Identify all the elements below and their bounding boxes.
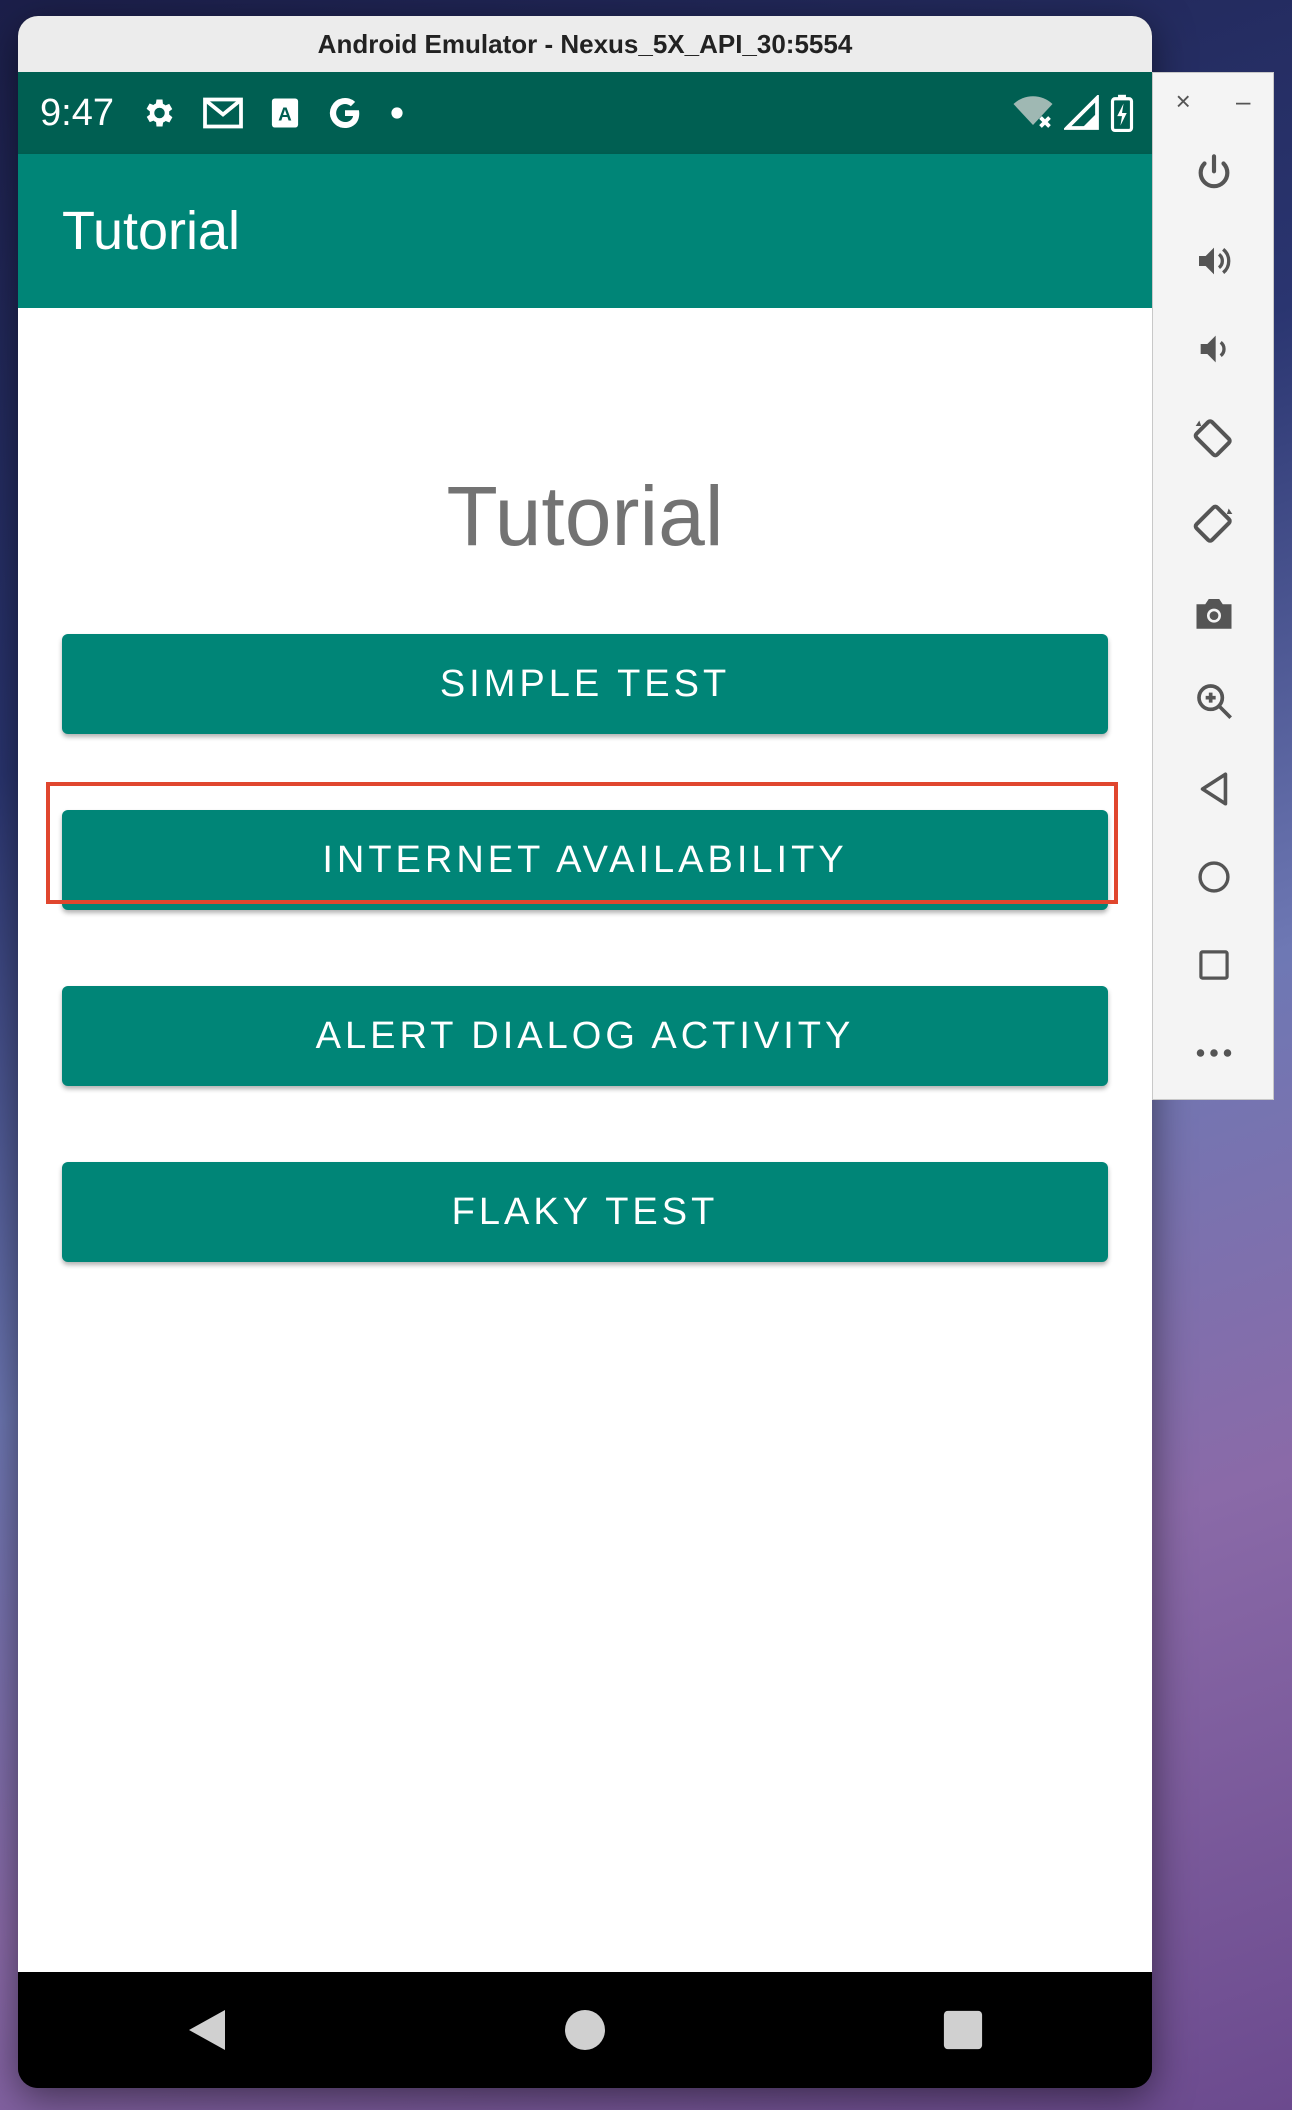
gear-icon	[140, 95, 176, 131]
toolbar-back-icon[interactable]	[1153, 745, 1275, 833]
toolbar-minimize-button[interactable]: –	[1236, 86, 1250, 117]
dot-icon	[390, 106, 404, 120]
more-icon[interactable]	[1153, 1009, 1275, 1097]
camera-icon[interactable]	[1153, 569, 1275, 657]
navigation-bar	[18, 1972, 1152, 2088]
signal-icon	[1064, 95, 1100, 131]
app-bar-title: Tutorial	[62, 201, 241, 261]
battery-charging-icon	[1110, 94, 1134, 132]
status-bar: 9:47 A	[18, 72, 1152, 154]
volume-down-icon[interactable]	[1153, 305, 1275, 393]
rotate-left-icon[interactable]	[1153, 393, 1275, 481]
main-content: Tutorial SIMPLE TEST INTERNET AVAILABILI…	[18, 308, 1152, 1972]
toolbar-close-button[interactable]: ×	[1176, 86, 1191, 117]
status-time: 9:47	[40, 91, 114, 134]
wifi-off-icon	[1012, 95, 1054, 131]
gmail-icon	[202, 95, 244, 131]
power-icon[interactable]	[1153, 129, 1275, 217]
nav-home-icon[interactable]	[545, 1990, 625, 2070]
volume-up-icon[interactable]	[1153, 217, 1275, 305]
window-title: Android Emulator - Nexus_5X_API_30:5554	[18, 16, 1152, 73]
emulator-window: Android Emulator - Nexus_5X_API_30:5554 …	[18, 16, 1152, 2088]
flaky-test-button[interactable]: FLAKY TEST	[62, 1162, 1108, 1262]
simple-test-button[interactable]: SIMPLE TEST	[62, 634, 1108, 734]
page-title: Tutorial	[446, 469, 724, 563]
zoom-icon[interactable]	[1153, 657, 1275, 745]
internet-availability-button[interactable]: INTERNET AVAILABILITY	[62, 810, 1108, 910]
svg-text:A: A	[278, 104, 292, 125]
alert-dialog-activity-button[interactable]: ALERT DIALOG ACTIVITY	[62, 986, 1108, 1086]
google-icon	[326, 94, 364, 132]
nav-recents-icon[interactable]	[923, 1990, 1003, 2070]
nav-back-icon[interactable]	[167, 1990, 247, 2070]
a-icon: A	[270, 97, 300, 129]
rotate-right-icon[interactable]	[1153, 481, 1275, 569]
toolbar-home-icon[interactable]	[1153, 833, 1275, 921]
app-bar: Tutorial	[18, 154, 1152, 308]
emulator-toolbar: × –	[1152, 72, 1274, 1100]
overview-icon[interactable]	[1153, 921, 1275, 1009]
